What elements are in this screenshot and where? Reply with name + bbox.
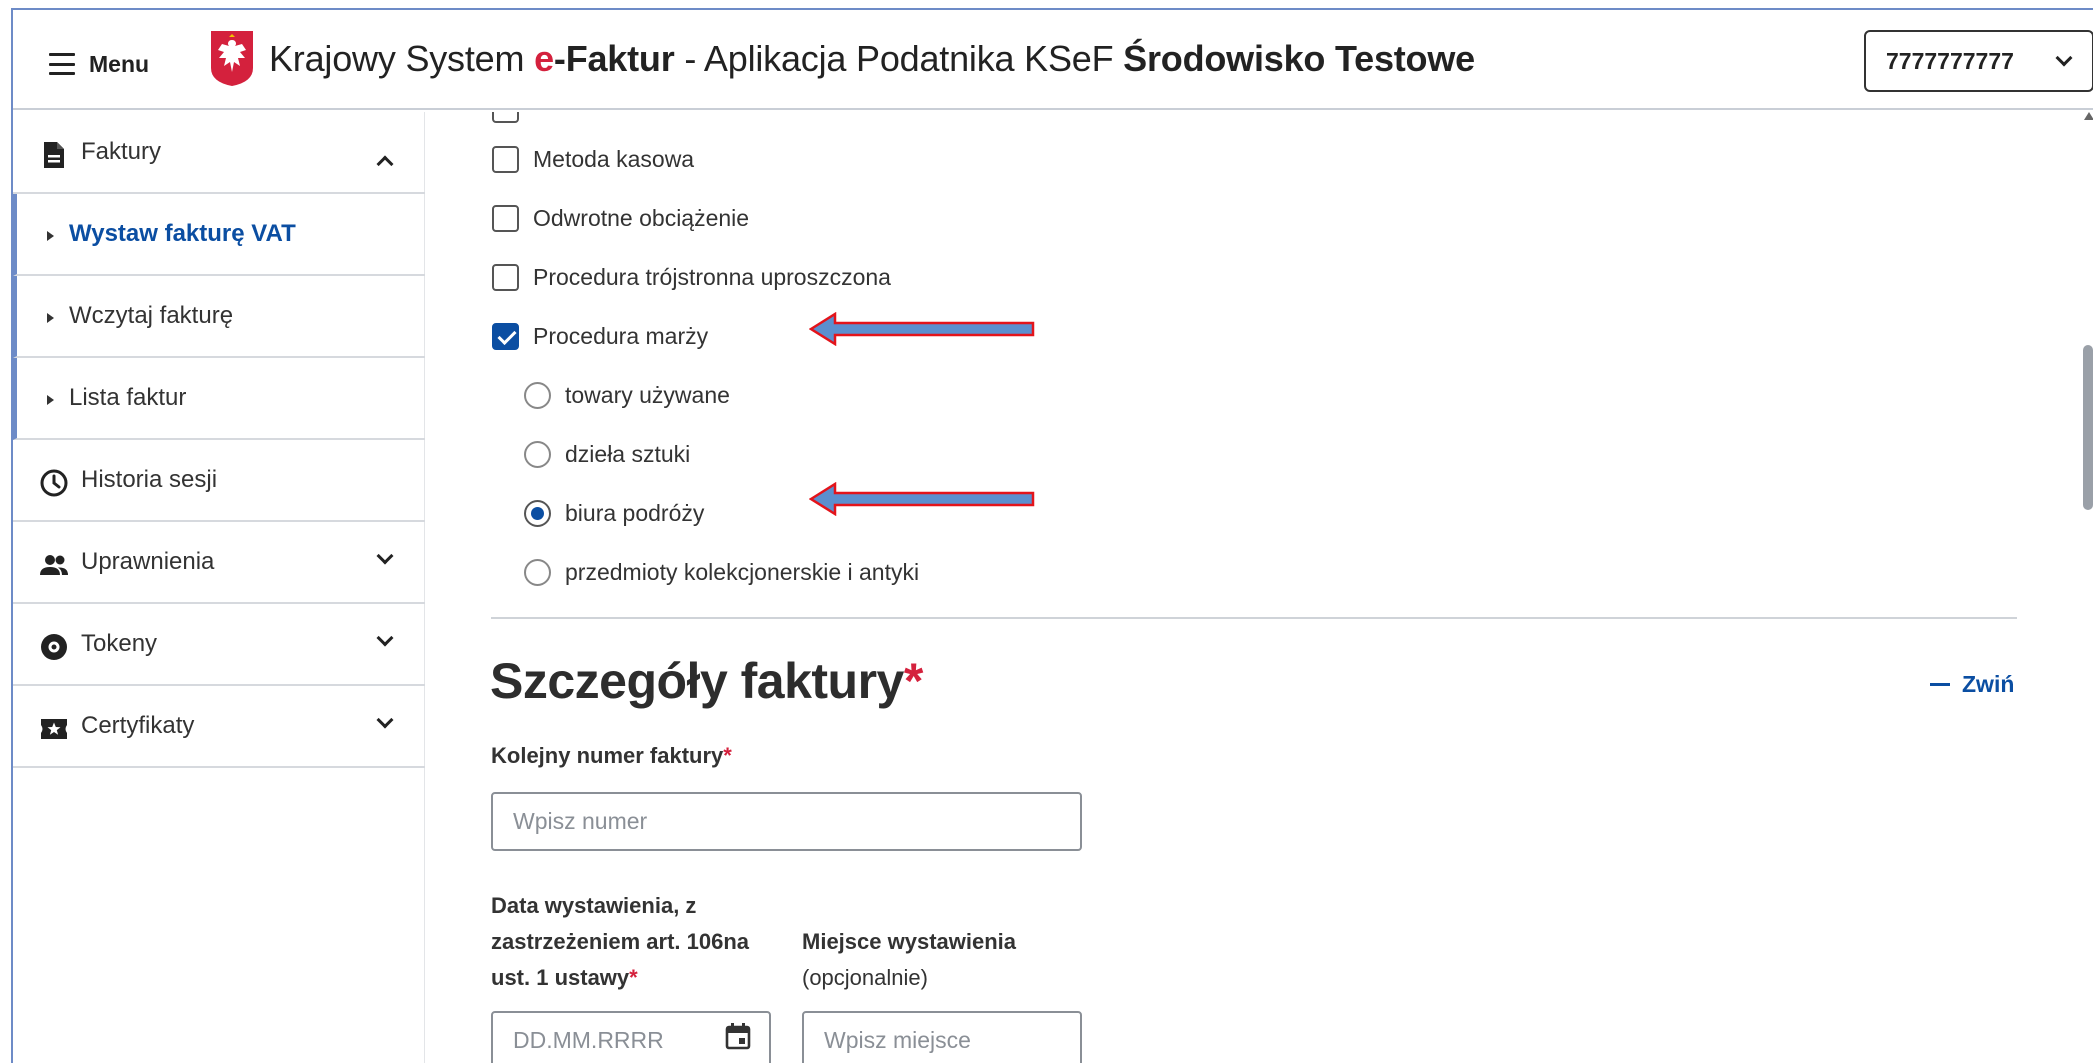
annotation-arrow-icon [809,482,1035,516]
sidebar-item-historia-sesji[interactable]: Historia sesji [13,440,425,522]
invoice-number-input[interactable] [491,792,1082,851]
chevron-down-icon [376,629,394,647]
checkbox[interactable] [492,112,519,123]
nip-value: 7777777777 [1886,47,2014,74]
chevron-down-icon [376,711,394,729]
calendar-icon[interactable] [724,1022,752,1050]
nip-context-select[interactable]: 7777777777 [1864,30,2093,92]
place-label: Miejsce wystawienia (opcjonalnie) [802,924,1016,996]
sidebar-item-uprawnienia[interactable]: Uprawnienia [13,522,425,604]
checkbox-metoda-kasowa[interactable]: Metoda kasowa [492,146,694,173]
scrollbar-thumb[interactable] [2083,345,2093,510]
radio-przedmioty-kolekcjonerskie[interactable]: przedmioty kolekcjonerskie i antyki [524,559,919,586]
collapse-button[interactable]: Zwiń [1930,671,2014,698]
checkbox[interactable] [492,205,519,232]
invoice-number-label: Kolejny numer faktury* [491,743,732,768]
place-input[interactable] [802,1011,1082,1063]
checkbox-procedura-marzy[interactable]: Procedura marży [492,323,708,350]
bullet-triangle-icon [47,313,54,323]
checkbox-checked[interactable] [492,323,519,350]
sidebar-item-tokeny[interactable]: Tokeny [13,604,425,686]
scroll-up-icon[interactable] [2084,112,2093,120]
radio-dziela-sztuki[interactable]: dzieła sztuki [524,441,690,468]
sidebar: Faktury Wystaw fakturę VAT Wczytaj faktu… [13,112,425,1063]
annotation-arrow-icon [809,312,1035,346]
app-header: Menu Krajowy System e-Faktur - Aplikacja… [13,10,2093,110]
chevron-down-icon [2055,49,2073,67]
checkbox-odwrotne-obciazenie[interactable]: Odwrotne obciążenie [492,205,749,232]
section-divider [491,617,2017,619]
app-title: Krajowy System e-Faktur - Aplikacja Poda… [269,38,1475,79]
minus-icon [1930,683,1950,686]
users-icon [40,555,68,575]
polish-eagle-emblem-icon [211,31,253,86]
checkbox[interactable] [492,264,519,291]
sidebar-item-lista-faktur[interactable]: Lista faktur [13,358,425,440]
environment-label: Środowisko Testowe [1123,38,1475,79]
sidebar-item-wystaw-fakture[interactable]: Wystaw fakturę VAT [13,194,425,276]
issue-date-label: Data wystawienia, z zastrzeżeniem art. 1… [491,893,750,990]
main-content: Metoda kasowa Odwrotne obciążenie Proced… [426,112,2066,1063]
sidebar-item-wczytaj-fakture[interactable]: Wczytaj fakturę [13,276,425,358]
document-icon [44,142,64,168]
hamburger-icon [49,53,75,75]
optional-note: (opcjonalnie) [802,965,928,990]
menu-button[interactable]: Menu [49,46,149,82]
radio-button-selected[interactable] [524,500,551,527]
radio-button[interactable] [524,382,551,409]
bullet-triangle-icon [47,231,54,241]
sidebar-item-faktury[interactable]: Faktury [13,112,425,194]
radio-biura-podrozy[interactable]: biura podróży [524,500,704,527]
chevron-down-icon [376,547,394,565]
checkbox-hidden-option[interactable] [492,112,519,123]
scrollbar-track[interactable] [2081,112,2093,1063]
section-title: Szczegóły faktury* [490,653,923,709]
menu-label: Menu [89,50,150,77]
token-icon [41,634,67,660]
clock-icon [40,469,68,497]
radio-button[interactable] [524,441,551,468]
radio-towary-uzywane[interactable]: towary używane [524,382,730,409]
certificate-icon [41,719,67,739]
checkbox[interactable] [492,146,519,173]
checkbox-procedura-trojstronna[interactable]: Procedura trójstronna uproszczona [492,264,891,291]
chevron-up-icon [376,155,394,173]
radio-button[interactable] [524,559,551,586]
bullet-triangle-icon [47,395,54,405]
sidebar-item-certyfikaty[interactable]: Certyfikaty [13,686,425,768]
